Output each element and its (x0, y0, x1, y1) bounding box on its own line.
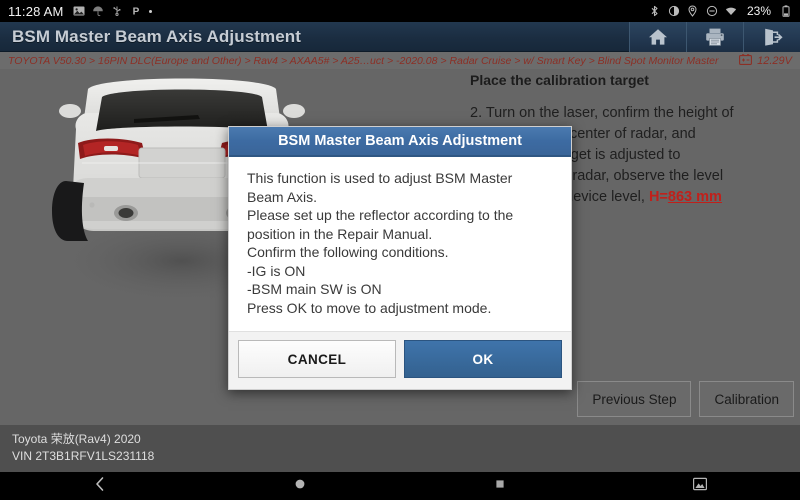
battery-percent: 23% (746, 4, 771, 18)
usb-icon (111, 5, 123, 17)
dialog-button-row: CANCEL OK (229, 331, 571, 389)
dialog-line-1: This function is used to adjust BSM Mast… (247, 170, 513, 186)
breadcrumb-path: TOYOTA V50.30 > 16PIN DLC(Europe and Oth… (8, 54, 719, 67)
vehicle-info-footer: Toyota 荣放(Rav4) 2020 VIN 2T3B1RFV1LS2311… (0, 425, 800, 472)
confirmation-dialog: BSM Master Beam Axis Adjustment This fun… (228, 126, 572, 390)
dialog-line-6: -IG is ON (247, 262, 306, 279)
android-status-bar: 11:28 AM P 23% (0, 0, 800, 22)
brightness-icon (668, 5, 680, 17)
dialog-title: BSM Master Beam Axis Adjustment (229, 127, 571, 157)
page-title: BSM Master Beam Axis Adjustment (12, 26, 302, 46)
android-nav-bar (0, 472, 800, 500)
more-dot-icon (148, 9, 152, 13)
battery-icon (780, 5, 792, 17)
height-value: H=863 mm (649, 189, 722, 205)
chevron-left-icon (93, 476, 107, 497)
height-label: H= (648, 189, 668, 205)
status-right-icons: 23% (649, 4, 792, 18)
wifi-icon (725, 5, 737, 17)
print-button[interactable] (686, 21, 743, 52)
exit-icon (761, 27, 783, 47)
bluetooth-icon (649, 5, 661, 17)
home-button[interactable] (629, 21, 686, 52)
calibration-button[interactable]: Calibration (699, 381, 794, 417)
nav-home-button[interactable] (200, 477, 400, 496)
action-button-row: Previous Step Calibration (577, 381, 794, 417)
dialog-message: This function is used to adjust BSM Mast… (229, 157, 571, 331)
ok-button[interactable]: OK (404, 340, 562, 378)
dialog-line-4: position in the Repair Manual. (247, 225, 433, 242)
voltage-reading: 12.29V (757, 54, 792, 67)
dialog-line-3: Please set up the reflector according to… (247, 207, 514, 223)
tablet-screen: 11:28 AM P 23% BSM Master Beam Axis Adju… (0, 0, 800, 500)
nav-screenshot-button[interactable] (600, 476, 800, 497)
location-icon (687, 5, 699, 17)
weather-icon (92, 5, 104, 17)
app-title-bar: BSM Master Beam Axis Adjustment (0, 21, 800, 52)
square-icon (493, 477, 507, 496)
svg-text:P: P (132, 7, 139, 17)
home-icon (647, 27, 669, 47)
vehicle-vin: VIN 2T3B1RFV1LS231118 (12, 449, 155, 463)
instruction-heading: Place the calibration target (470, 72, 649, 88)
dialog-line-2: Beam Axis. (247, 188, 318, 205)
status-clock: 11:28 AM (8, 3, 64, 19)
breadcrumb-voltage-group: 12.29V (739, 53, 795, 68)
exit-button[interactable] (743, 21, 800, 52)
dialog-line-8: Press OK to move to adjustment mode. (247, 299, 492, 316)
car-battery-icon (739, 53, 753, 68)
circle-icon (293, 477, 307, 496)
screenshot-icon (692, 476, 708, 497)
height-number: 863 mm (667, 189, 722, 205)
breadcrumb: TOYOTA V50.30 > 16PIN DLC(Europe and Oth… (0, 52, 800, 69)
previous-step-button[interactable]: Previous Step (577, 381, 692, 417)
status-left-icons: P (73, 5, 152, 17)
do-not-disturb-icon (706, 5, 718, 17)
dialog-line-7: -BSM main SW is ON (247, 281, 382, 297)
vehicle-name: Toyota 荣放(Rav4) 2020 (12, 432, 141, 446)
nav-back-button[interactable] (0, 476, 200, 497)
printer-icon (704, 27, 726, 47)
nav-recents-button[interactable] (400, 477, 600, 496)
dialog-line-5: Confirm the following conditions. (247, 244, 449, 260)
instruction-line-1: 2. Turn on the laser, confirm the height… (470, 105, 734, 121)
image-icon (73, 5, 85, 17)
parking-icon: P (130, 5, 142, 17)
cancel-button[interactable]: CANCEL (238, 340, 396, 378)
